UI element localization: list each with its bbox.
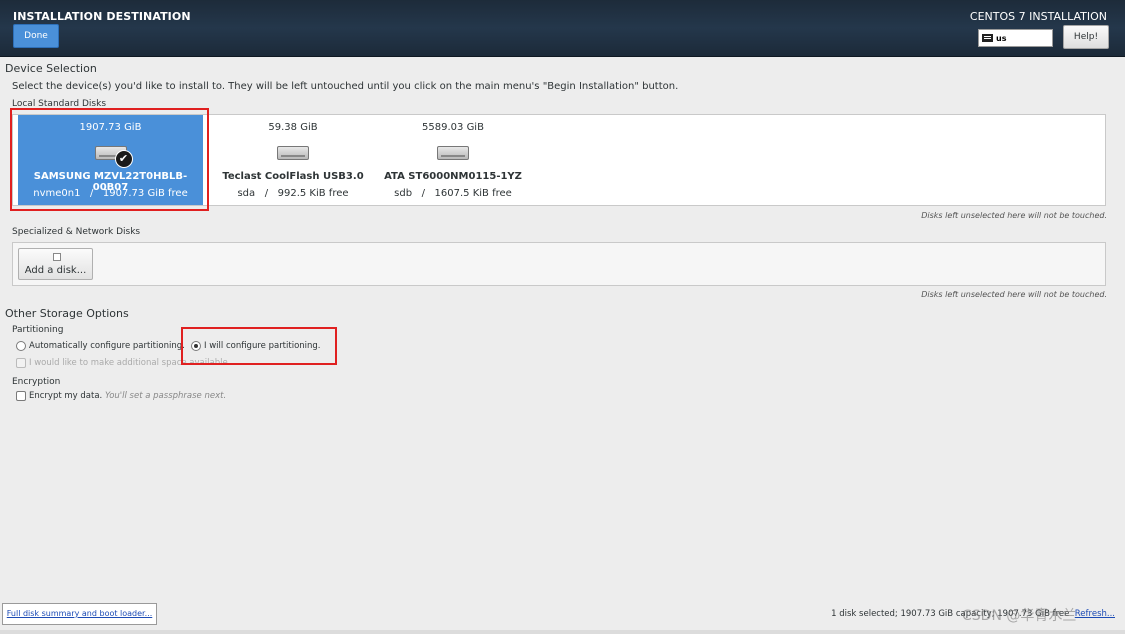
keyboard-layout-indicator[interactable]: us xyxy=(978,29,1053,47)
disk-tile-nvme0n1[interactable]: 1907.73 GiB ✔ SAMSUNG MZVL22T0HBLB-00B07… xyxy=(18,115,203,205)
manual-partition-radio[interactable] xyxy=(191,341,201,351)
watermark: CSDN @华青水兰 xyxy=(962,608,1077,624)
manual-partition-label[interactable]: I will configure partitioning. xyxy=(204,341,321,351)
disk-size: 59.38 GiB xyxy=(268,122,318,133)
header-bar: INSTALLATION DESTINATION Done CENTOS 7 I… xyxy=(0,0,1125,57)
disk-tile-sdb[interactable]: 5589.03 GiB ATA ST6000NM0115-1YZ sdb / 1… xyxy=(373,115,533,205)
encrypt-checkbox[interactable] xyxy=(16,391,26,401)
disk-info: nvme0n1 / 1907.73 GiB free xyxy=(33,188,188,199)
disk-tile-sda[interactable]: 59.38 GiB Teclast CoolFlash USB3.0 sda /… xyxy=(203,115,383,205)
disk-summary-button[interactable]: Full disk summary and boot loader... xyxy=(2,603,157,625)
disk-info: sdb / 1607.5 KiB free xyxy=(394,188,512,199)
disk-name: Teclast CoolFlash USB3.0 xyxy=(222,171,364,182)
untouched-note-2: Disks left unselected here will not be t… xyxy=(921,290,1107,299)
additional-space-checkbox[interactable] xyxy=(16,358,26,368)
keyboard-icon xyxy=(982,33,993,42)
encrypt-hint: You'll set a passphrase next. xyxy=(104,391,227,401)
add-disk-button[interactable]: Add a disk... xyxy=(18,248,93,280)
encryption-heading: Encryption xyxy=(12,377,61,387)
disk-info: sda / 992.5 KiB free xyxy=(237,188,349,199)
hard-disk-icon xyxy=(437,142,469,160)
disk-size: 1907.73 GiB xyxy=(79,122,142,133)
local-disks-panel: 1907.73 GiB ✔ SAMSUNG MZVL22T0HBLB-00B07… xyxy=(12,114,1106,206)
checkmark-icon: ✔ xyxy=(114,150,133,168)
specialized-disks-panel: Add a disk... xyxy=(12,242,1106,286)
local-disks-heading: Local Standard Disks xyxy=(12,99,107,109)
refresh-link[interactable]: Refresh... xyxy=(1075,609,1115,619)
additional-space-label: I would like to make additional space av… xyxy=(29,358,231,368)
hard-disk-icon: ✔ xyxy=(94,142,133,168)
disk-size: 5589.03 GiB xyxy=(422,122,484,133)
done-button[interactable]: Done xyxy=(13,24,59,48)
hard-disk-icon xyxy=(277,142,309,160)
disk-add-icon xyxy=(53,253,61,261)
partitioning-heading: Partitioning xyxy=(12,325,64,335)
auto-partition-radio[interactable] xyxy=(16,341,26,351)
other-storage-heading: Other Storage Options xyxy=(5,307,129,320)
product-title: CENTOS 7 INSTALLATION xyxy=(969,10,1107,23)
add-disk-label: Add a disk... xyxy=(24,265,87,276)
help-button[interactable]: Help! xyxy=(1063,25,1109,49)
page-title: INSTALLATION DESTINATION xyxy=(13,10,191,23)
auto-partition-label[interactable]: Automatically configure partitioning. xyxy=(29,341,185,351)
bottom-edge xyxy=(0,630,1125,634)
instructions-text: Select the device(s) you'd like to insta… xyxy=(12,81,679,92)
specialized-disks-heading: Specialized & Network Disks xyxy=(12,227,141,237)
device-selection-heading: Device Selection xyxy=(5,62,97,75)
untouched-note: Disks left unselected here will not be t… xyxy=(921,211,1107,220)
encrypt-label[interactable]: Encrypt my data. You'll set a passphrase… xyxy=(29,391,226,401)
keyboard-layout-label: us xyxy=(996,34,1007,43)
disk-name: ATA ST6000NM0115-1YZ xyxy=(384,171,522,182)
